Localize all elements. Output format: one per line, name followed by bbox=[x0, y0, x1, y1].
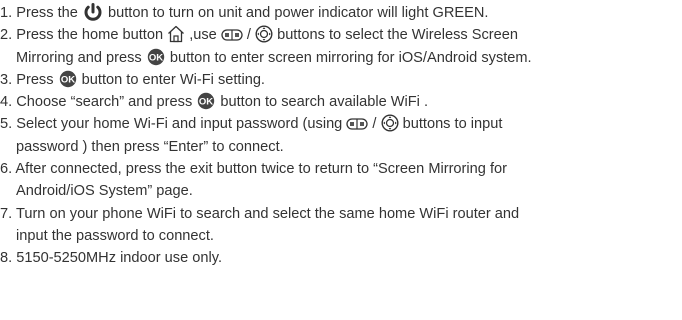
navigation-ring-icon bbox=[381, 114, 399, 132]
channel-keys-icon bbox=[221, 27, 243, 43]
step-1-text-a: 1. Press the bbox=[0, 5, 82, 21]
ok-button-icon: OK bbox=[146, 48, 166, 66]
step-7-text-b: input the password to connect. bbox=[16, 227, 214, 244]
step-2-text-a: 2. Press the home button bbox=[0, 27, 168, 44]
svg-text:OK: OK bbox=[199, 97, 213, 108]
step-2: 2. Press the home button ,use / buttons … bbox=[0, 24, 682, 46]
step-2-cont: Mirroring and press OK button to enter s… bbox=[0, 47, 682, 69]
home-icon bbox=[167, 25, 185, 43]
step-5-text-b: buttons to input bbox=[402, 116, 503, 133]
step-4-text-a: 4. Choose “search” and press bbox=[0, 94, 197, 111]
step-1-text-b: button to turn on unit and power indicat… bbox=[108, 5, 489, 21]
navigation-ring-icon bbox=[255, 25, 273, 43]
step-2-text-f: system. bbox=[481, 49, 532, 66]
ok-button-icon: OK bbox=[196, 92, 216, 110]
step-5-cont: password ) then press “Enter” to connect… bbox=[0, 136, 682, 158]
step-2-text-c: buttons to select the Wireless Screen bbox=[277, 27, 518, 44]
step-2-text-b: ,use bbox=[189, 27, 221, 44]
step-6-text-a: 6. After connected, press the exit butto… bbox=[0, 161, 507, 178]
step-6-text-b: Android/iOS System” page. bbox=[16, 183, 193, 200]
step-3: 3. Press OK button to enter Wi-Fi settin… bbox=[0, 69, 682, 91]
step-5: 5. Select your home Wi-Fi and input pass… bbox=[0, 113, 682, 135]
svg-text:OK: OK bbox=[149, 52, 163, 63]
step-1: 1. Press the button to turn on unit and … bbox=[0, 2, 682, 24]
svg-text:OK: OK bbox=[60, 74, 74, 85]
step-6: 6. After connected, press the exit butto… bbox=[0, 158, 682, 180]
step-4-text-b: button to search available WiFi . bbox=[220, 94, 429, 111]
step-5-slash: / bbox=[372, 116, 377, 133]
step-4: 4. Choose “search” and press OK button t… bbox=[0, 91, 682, 113]
step-7: 7. Turn on your phone WiFi to search and… bbox=[0, 203, 682, 225]
channel-keys-icon bbox=[346, 116, 369, 132]
step-7-cont: input the password to connect. bbox=[0, 225, 682, 247]
step-2-slash-1: / bbox=[246, 27, 251, 44]
step-2-text-e: button to enter screen mirroring for iOS… bbox=[169, 49, 478, 66]
step-5-text-c: password ) then press “Enter” to connect… bbox=[16, 138, 284, 155]
step-3-text-b: button to enter Wi-Fi bbox=[81, 71, 214, 88]
instruction-list: 1. Press the button to turn on unit and … bbox=[0, 2, 682, 270]
step-7-text-a: 7. Turn on your phone WiFi to search and… bbox=[0, 205, 520, 222]
step-8: 8. 5150-5250MHz indoor use only. bbox=[0, 247, 682, 269]
step-3-text-a: 3. Press bbox=[0, 71, 58, 88]
step-6-cont: Android/iOS System” page. bbox=[0, 180, 682, 202]
step-5-text-a: 5. Select your home Wi-Fi and input pass… bbox=[0, 116, 347, 133]
step-3-text-c: setting. bbox=[217, 71, 265, 88]
power-icon bbox=[82, 3, 104, 21]
step-8-text-a: 8. 5150-5250MHz indoor use only. bbox=[0, 250, 223, 267]
ok-button-icon: OK bbox=[58, 70, 78, 88]
step-2-text-d: Mirroring and press bbox=[16, 49, 146, 66]
